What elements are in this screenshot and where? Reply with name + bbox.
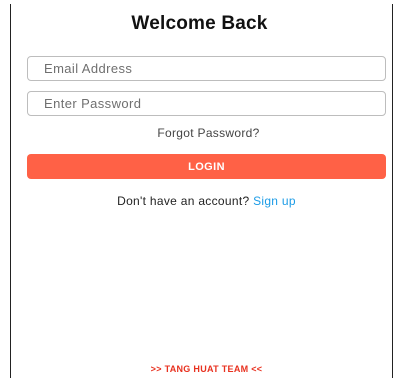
forgot-password-link[interactable]: Forgot Password? <box>0 126 399 140</box>
signup-prompt: Don't have an account? <box>117 194 254 208</box>
page-title: Welcome Back <box>131 13 268 34</box>
signup-row: Don't have an account? Sign up <box>0 194 399 208</box>
login-button[interactable]: LOGIN <box>27 154 386 179</box>
footer-credit: >> TANG HUAT TEAM << <box>150 364 263 374</box>
email-field[interactable] <box>27 56 386 81</box>
signup-link[interactable]: Sign up <box>253 194 296 208</box>
password-field[interactable] <box>27 91 386 116</box>
